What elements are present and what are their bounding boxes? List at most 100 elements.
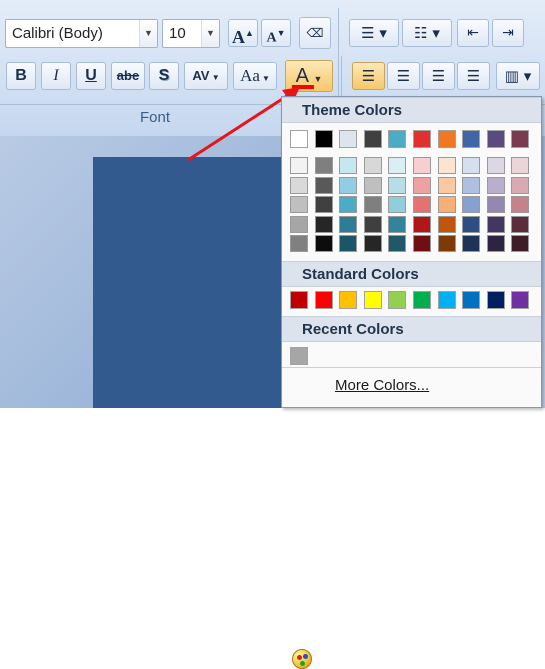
more-colors-item[interactable]: More Colors... (282, 369, 541, 669)
theme-shade-swatch[interactable] (314, 176, 333, 194)
theme-shade-swatch[interactable] (290, 196, 308, 213)
theme-color-swatch[interactable] (314, 130, 333, 148)
theme-shade-swatch[interactable] (314, 157, 333, 174)
theme-shade-swatch[interactable] (437, 157, 456, 174)
standard-color-swatch[interactable] (290, 291, 308, 309)
theme-shade-swatch[interactable] (413, 176, 431, 194)
theme-shade-swatch[interactable] (388, 176, 407, 194)
theme-shade-swatch[interactable] (339, 235, 358, 252)
theme-shade-swatch[interactable] (486, 157, 505, 174)
theme-shade-swatch[interactable] (339, 157, 358, 174)
theme-shade-swatch[interactable] (290, 215, 308, 233)
theme-shade-swatch[interactable] (290, 235, 308, 252)
theme-shade-swatch[interactable] (462, 157, 481, 174)
font-color-dropdown-icon[interactable]: ▼ (313, 74, 322, 84)
theme-shade-swatch[interactable] (437, 235, 456, 252)
theme-shade-swatch[interactable] (486, 235, 505, 252)
theme-shade-swatch[interactable] (413, 235, 431, 252)
theme-shade-swatch[interactable] (413, 157, 431, 174)
theme-shade-swatch[interactable] (511, 196, 530, 213)
shadow-label: S (158, 67, 170, 84)
theme-shade-swatch[interactable] (339, 176, 358, 194)
theme-shade-swatch[interactable] (437, 215, 456, 233)
increase-indent-button[interactable]: ⇥ (492, 19, 524, 47)
ribbon-separator (338, 8, 339, 98)
font-size-box[interactable]: 10 ▼ (162, 19, 220, 48)
theme-color-swatch[interactable] (437, 130, 456, 148)
theme-shade-swatch[interactable] (462, 215, 481, 233)
shrink-font-button[interactable]: A▼ (261, 19, 291, 47)
standard-color-swatch[interactable] (339, 291, 358, 309)
palette-icon (292, 649, 312, 669)
standard-color-swatch[interactable] (314, 291, 333, 309)
theme-shade-swatch[interactable] (314, 196, 333, 213)
bullets-button[interactable]: ☰ ▾ (349, 19, 399, 47)
document-shape (93, 157, 293, 408)
underline-button[interactable]: U (76, 62, 106, 90)
theme-shade-swatch[interactable] (363, 157, 382, 174)
italic-button[interactable]: I (41, 62, 71, 90)
font-size-dropdown-icon[interactable]: ▼ (201, 20, 219, 47)
theme-color-swatch[interactable] (462, 130, 481, 148)
theme-shade-swatch[interactable] (413, 215, 431, 233)
theme-shade-swatch[interactable] (388, 215, 407, 233)
font-name-box[interactable]: Calibri (Body) ▼ (5, 19, 158, 48)
grow-font-button[interactable]: A▲ (228, 19, 258, 47)
strikethrough-label: abe (116, 68, 140, 83)
standard-color-swatch[interactable] (511, 291, 530, 309)
theme-shade-swatch[interactable] (339, 215, 358, 233)
standard-color-swatch[interactable] (413, 291, 431, 309)
theme-shade-swatch[interactable] (339, 196, 358, 213)
standard-color-swatch[interactable] (363, 291, 382, 309)
align-right-button[interactable]: ☰ (422, 62, 455, 90)
theme-shade-swatch[interactable] (290, 157, 308, 174)
theme-color-swatch[interactable] (339, 130, 358, 148)
theme-shade-swatch[interactable] (290, 176, 308, 194)
theme-shade-swatch[interactable] (486, 215, 505, 233)
theme-shade-swatch[interactable] (363, 215, 382, 233)
theme-shade-swatch[interactable] (511, 176, 530, 194)
font-name-dropdown-icon[interactable]: ▼ (139, 20, 157, 47)
clear-formatting-button[interactable]: ⌫ (299, 17, 331, 49)
theme-shade-swatch[interactable] (314, 235, 333, 252)
theme-color-swatch[interactable] (486, 130, 505, 148)
theme-color-swatch[interactable] (363, 130, 382, 148)
justify-button[interactable]: ☰ (457, 62, 490, 90)
shadow-button[interactable]: S (149, 62, 179, 90)
theme-shade-swatch[interactable] (437, 196, 456, 213)
standard-color-swatch[interactable] (388, 291, 407, 309)
recent-color-swatch[interactable] (290, 347, 308, 365)
theme-color-swatch[interactable] (290, 130, 308, 148)
line-spacing-button[interactable]: ▥ ▾ (496, 62, 540, 90)
strikethrough-button[interactable]: abe (111, 62, 145, 90)
theme-shade-swatch[interactable] (388, 196, 407, 213)
align-left-button[interactable]: ☰ (352, 62, 385, 90)
theme-shade-swatch[interactable] (511, 215, 530, 233)
theme-shade-swatch[interactable] (462, 235, 481, 252)
bullets-icon: ☰ ▾ (361, 24, 387, 42)
theme-shade-swatch[interactable] (486, 196, 505, 213)
theme-shade-swatch[interactable] (462, 176, 481, 194)
theme-shade-swatch[interactable] (462, 196, 481, 213)
standard-color-swatch[interactable] (486, 291, 505, 309)
decrease-indent-button[interactable]: ⇤ (457, 19, 489, 47)
theme-shade-swatch[interactable] (388, 235, 407, 252)
theme-color-swatch[interactable] (413, 130, 431, 148)
standard-color-swatch[interactable] (437, 291, 456, 309)
theme-shade-swatch[interactable] (314, 215, 333, 233)
theme-shade-swatch[interactable] (363, 235, 382, 252)
theme-shade-swatch[interactable] (413, 196, 431, 213)
theme-color-swatch[interactable] (388, 130, 407, 148)
standard-color-swatch[interactable] (462, 291, 481, 309)
theme-shade-swatch[interactable] (363, 196, 382, 213)
theme-color-swatch[interactable] (511, 130, 530, 148)
theme-shade-swatch[interactable] (511, 157, 530, 174)
numbering-button[interactable]: ☷ ▾ (402, 19, 452, 47)
bold-button[interactable]: B (6, 62, 36, 90)
theme-shade-swatch[interactable] (437, 176, 456, 194)
theme-shade-swatch[interactable] (363, 176, 382, 194)
align-center-button[interactable]: ☰ (387, 62, 420, 90)
theme-shade-swatch[interactable] (486, 176, 505, 194)
theme-shade-swatch[interactable] (388, 157, 407, 174)
theme-shade-swatch[interactable] (511, 235, 530, 252)
